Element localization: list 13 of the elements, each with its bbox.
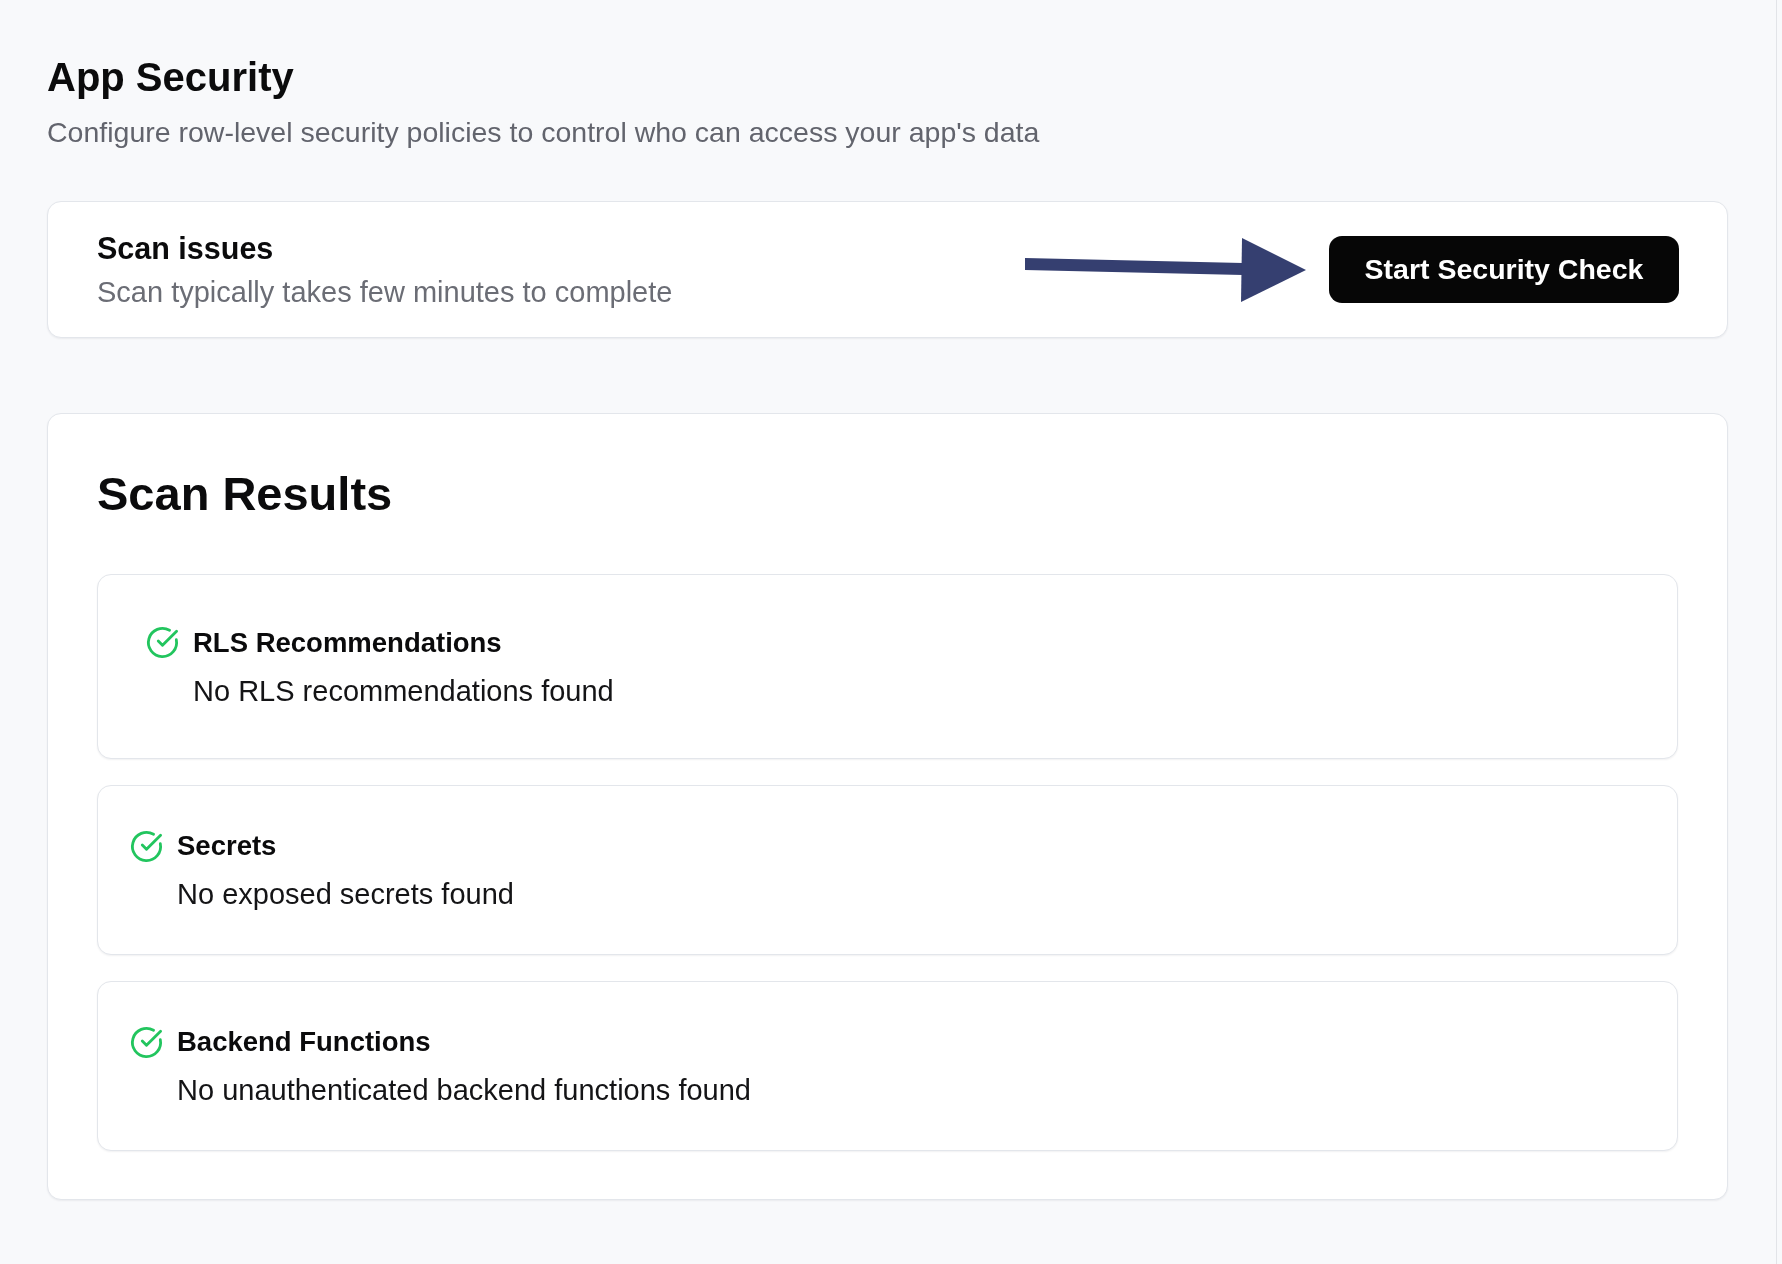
- page-title: App Security: [47, 54, 295, 101]
- result-description: No unauthenticated backend functions found: [177, 1073, 752, 1107]
- start-security-check-button[interactable]: Start Security Check: [1329, 236, 1679, 303]
- scan-issues-title: Scan issues: [97, 230, 275, 266]
- result-description: No RLS recommendations found: [193, 673, 615, 708]
- result-title: RLS Recommendations: [193, 625, 502, 660]
- scan-issues-description: Scan typically takes few minutes to complete: [97, 275, 674, 309]
- result-title: Secrets: [177, 829, 277, 863]
- result-title: Backend Functions: [177, 1025, 431, 1059]
- page-subtitle: Configure row-level security policies to control who can access your app's data: [47, 115, 1041, 150]
- scan-results-title: Scan Results: [97, 466, 394, 522]
- arrow-icon: [1025, 237, 1306, 302]
- result-description: No exposed secrets found: [177, 877, 515, 911]
